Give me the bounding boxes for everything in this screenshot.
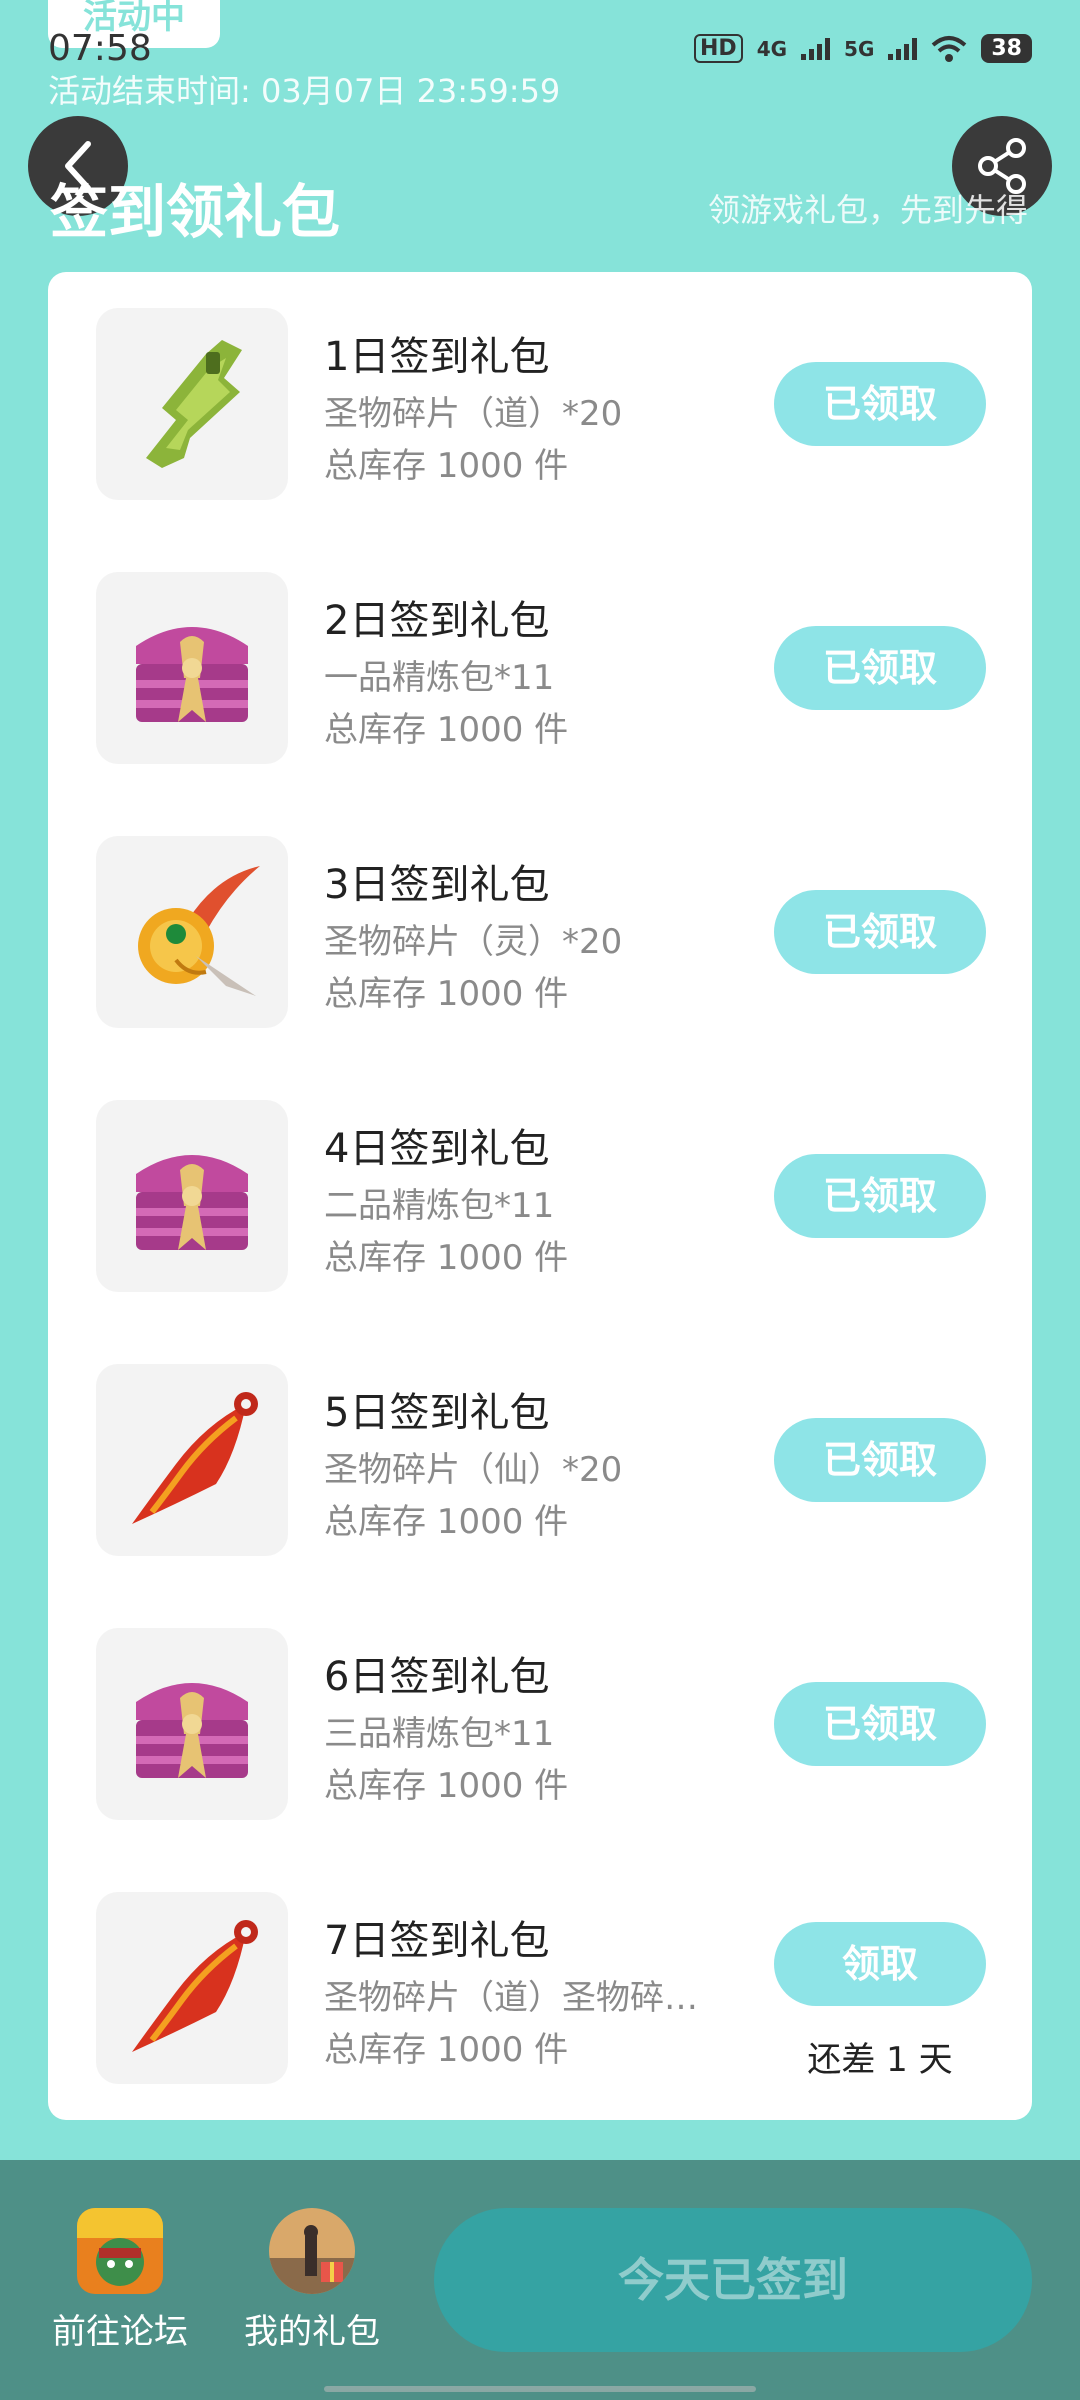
claimed-button[interactable]: 已领取 (774, 1682, 986, 1766)
game-avatar-icon (77, 2208, 163, 2294)
gift-title: 7日签到礼包 (324, 1918, 550, 1964)
my-gifts-link[interactable]: 我的礼包 (232, 2208, 392, 2353)
gift-desc: 圣物碎片（道）*20 (324, 394, 623, 434)
forum-label: 前往论坛 (52, 2312, 188, 2352)
gift-list-card: 1日签到礼包 圣物碎片（道）*20 总库存 1000 件 已领取 2日签到礼包 … (48, 272, 1032, 2120)
gift-title: 5日签到礼包 (324, 1390, 550, 1436)
red-shard-icon (96, 1892, 288, 2084)
signal-icon (801, 37, 831, 60)
bottom-bar: 前往论坛 我的礼包 今天已签到 (0, 2160, 1080, 2400)
user-avatar (269, 2208, 355, 2294)
gift-desc: 圣物碎片（仙）*20 (324, 1450, 623, 1490)
gift-stock: 总库存 1000 件 (324, 974, 569, 1014)
page-subtitle: 领游戏礼包，先到先得 (707, 191, 1028, 229)
gift-row: 5日签到礼包 圣物碎片（仙）*20 总库存 1000 件 已领取 (48, 1364, 1032, 1556)
claimed-button[interactable]: 已领取 (774, 626, 986, 710)
gift-stock: 总库存 1000 件 (324, 1502, 569, 1542)
gold-ornament-icon (96, 836, 288, 1028)
gift-desc: 一品精炼包*11 (324, 658, 555, 698)
claimed-button[interactable]: 已领取 (774, 362, 986, 446)
gift-desc: 二品精炼包*11 (324, 1186, 555, 1226)
gift-row: 1日签到礼包 圣物碎片（道）*20 总库存 1000 件 已领取 (48, 308, 1032, 500)
signal-icon (888, 37, 918, 60)
forum-link[interactable]: 前往论坛 (40, 2208, 200, 2353)
page-title: 签到领礼包 (50, 178, 341, 246)
signal-4g-label: 4G (756, 36, 788, 61)
gift-stock: 总库存 1000 件 (324, 446, 569, 486)
claimed-button[interactable]: 已领取 (774, 1418, 986, 1502)
claim-button[interactable]: 领取 (774, 1922, 986, 2006)
red-shard-icon (96, 1364, 288, 1556)
status-icons: HD 4G 5G 38 (694, 34, 1032, 63)
gift-stock: 总库存 1000 件 (324, 1238, 569, 1278)
remaining-days-text: 还差 1 天 (807, 2040, 953, 2080)
treasure-chest-icon (96, 1628, 288, 1820)
treasure-chest-icon (96, 1100, 288, 1292)
claimed-button[interactable]: 已领取 (774, 890, 986, 974)
claimed-button[interactable]: 已领取 (774, 1154, 986, 1238)
gift-title: 3日签到礼包 (324, 862, 550, 908)
my-gifts-label: 我的礼包 (244, 2312, 380, 2352)
status-time: 07:58 (48, 28, 152, 69)
battery-icon: 38 (981, 34, 1032, 63)
gift-stock: 总库存 1000 件 (324, 1766, 569, 1806)
home-indicator[interactable] (324, 2386, 756, 2392)
gift-row: 2日签到礼包 一品精炼包*11 总库存 1000 件 已领取 (48, 572, 1032, 764)
gift-row: 6日签到礼包 三品精炼包*11 总库存 1000 件 已领取 (48, 1628, 1032, 1820)
jade-shard-icon (96, 308, 288, 500)
gift-row: 3日签到礼包 圣物碎片（灵）*20 总库存 1000 件 已领取 (48, 836, 1032, 1028)
activity-end-time: 活动结束时间: 03月07日 23:59:59 (48, 72, 561, 110)
gift-title: 4日签到礼包 (324, 1126, 550, 1172)
gift-row: 4日签到礼包 二品精炼包*11 总库存 1000 件 已领取 (48, 1100, 1032, 1292)
treasure-chest-icon (96, 572, 288, 764)
gift-stock: 总库存 1000 件 (324, 2030, 569, 2070)
gift-desc: 三品精炼包*11 (324, 1714, 555, 1754)
signal-5g-label: 5G (844, 36, 875, 61)
gift-desc: 圣物碎片（灵）*20 (324, 922, 623, 962)
gift-title: 1日签到礼包 (324, 334, 550, 380)
wifi-icon (932, 35, 967, 62)
gift-stock: 总库存 1000 件 (324, 710, 569, 750)
gift-title: 2日签到礼包 (324, 598, 550, 644)
hd-icon: HD (694, 34, 743, 63)
gift-desc: 圣物碎片（道）圣物碎… (324, 1978, 698, 2018)
gift-title: 6日签到礼包 (324, 1654, 550, 1700)
checkin-button[interactable]: 今天已签到 (434, 2208, 1032, 2352)
gift-row: 7日签到礼包 圣物碎片（道）圣物碎… 总库存 1000 件 领取 还差 1 天 (48, 1892, 1032, 2084)
